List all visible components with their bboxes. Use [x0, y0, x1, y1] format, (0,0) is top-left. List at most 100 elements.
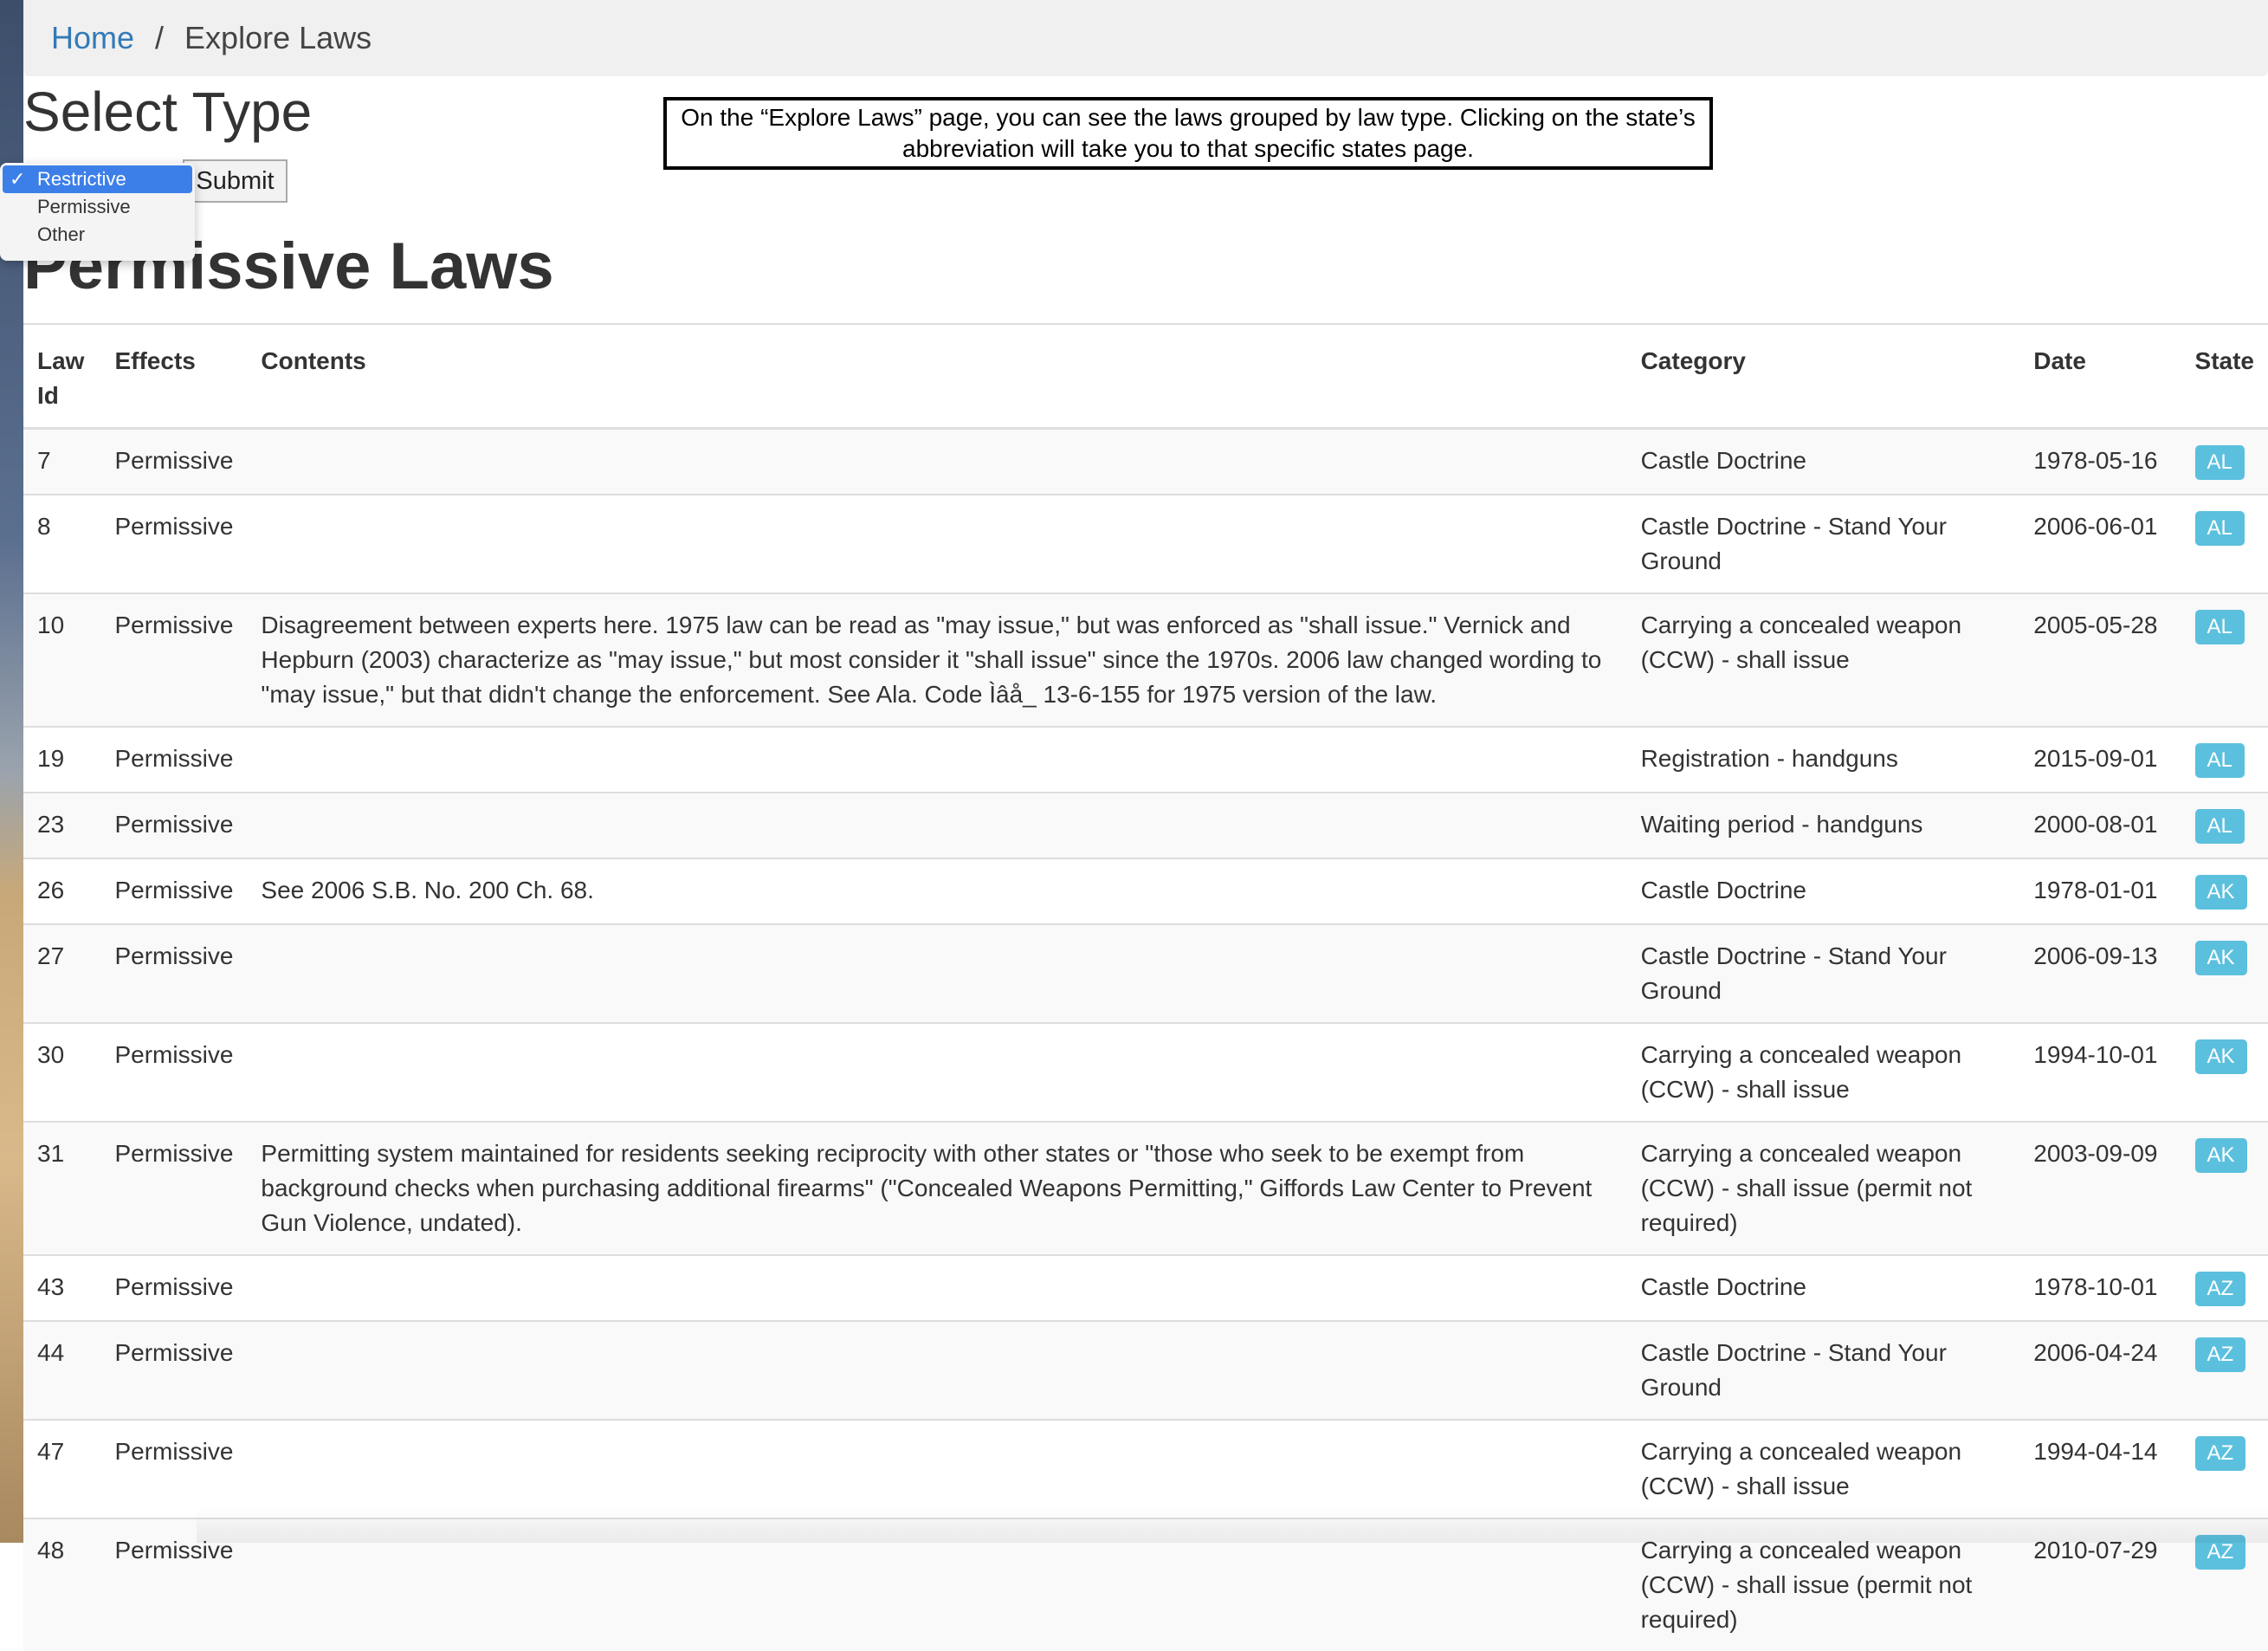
header-law-id-line2: Id: [37, 382, 59, 409]
state-badge-link[interactable]: AL: [2194, 809, 2245, 844]
header-date: Date: [2019, 323, 2181, 430]
category-cell: Carrying a concealed weapon (CCW) - shal…: [1626, 592, 2020, 727]
state-cell: AK: [2181, 858, 2268, 924]
contents-cell: Permitting system maintained for residen…: [247, 1121, 1627, 1255]
contents-cell: [247, 792, 1627, 858]
effects-cell: Permissive: [100, 1022, 248, 1122]
category-cell: Castle Doctrine - Stand Your Ground: [1626, 923, 2020, 1023]
date-cell: 1994-10-01: [2019, 1022, 2181, 1122]
table-row: 47 Permissive Carrying a concealed weapon …: [23, 1419, 2268, 1518]
law-id-cell: 30: [23, 1022, 101, 1122]
date-cell: 2010-07-29: [2019, 1518, 2181, 1651]
contents-cell: [247, 1320, 1627, 1420]
state-badge-link[interactable]: AK: [2194, 875, 2247, 910]
law-id-cell: 48: [23, 1518, 101, 1651]
effects-cell: Permissive: [100, 1419, 248, 1518]
dropdown-option-restrictive[interactable]: ✓ Restrictive: [3, 165, 192, 193]
state-badge-link[interactable]: AZ: [2194, 1436, 2246, 1471]
date-cell: 2006-04-24: [2019, 1320, 2181, 1420]
state-badge-link[interactable]: AZ: [2194, 1272, 2246, 1306]
table-row: 26 Permissive See 2006 S.B. No. 200 Ch. 68…: [23, 858, 2268, 924]
dropdown-option-other[interactable]: Other: [0, 221, 195, 249]
select-type-heading: Select Type: [23, 81, 313, 143]
law-id-cell: 7: [23, 427, 101, 495]
table-row: 23 Permissive Waiting period - handguns 200…: [23, 792, 2268, 858]
table-row: 44 Permissive Castle Doctrine - Stand Your…: [23, 1320, 2268, 1420]
annotation-line-1: On the “Explore Laws” page, you can see …: [681, 104, 1696, 131]
date-cell: 2000-08-01: [2019, 792, 2181, 858]
table-row: 7 Permissive Castle Doctrine 1978-05-16 AL: [23, 427, 2268, 495]
contents-cell: Disagreement between experts here. 1975 …: [247, 592, 1627, 727]
state-badge-link[interactable]: AZ: [2194, 1337, 2246, 1372]
effects-cell: Permissive: [100, 792, 248, 858]
contents-cell: [247, 1254, 1627, 1321]
contents-cell: [247, 1419, 1627, 1518]
category-cell: Carrying a concealed weapon (CCW) - shal…: [1626, 1121, 2020, 1255]
state-badge-link[interactable]: AK: [2194, 1039, 2247, 1074]
submit-button[interactable]: Submit: [183, 159, 288, 203]
category-cell: Castle Doctrine - Stand Your Ground: [1626, 494, 2020, 593]
law-id-cell: 10: [23, 592, 101, 727]
state-cell: AK: [2181, 1022, 2268, 1122]
category-cell: Carrying a concealed weapon (CCW) - shal…: [1626, 1419, 2020, 1518]
state-cell: AK: [2181, 923, 2268, 1023]
category-cell: Castle Doctrine - Stand Your Ground: [1626, 1320, 2020, 1420]
law-id-cell: 8: [23, 494, 101, 593]
header-contents: Contents: [247, 323, 1627, 430]
category-cell: Carrying a concealed weapon (CCW) - shal…: [1626, 1518, 2020, 1651]
state-badge-link[interactable]: AK: [2194, 1138, 2247, 1173]
breadcrumb-current: Explore Laws: [184, 20, 372, 55]
law-type-dropdown[interactable]: ✓ Restrictive Permissive Other: [0, 163, 195, 261]
date-cell: 1994-04-14: [2019, 1419, 2181, 1518]
state-badge-link[interactable]: AZ: [2194, 1535, 2246, 1570]
state-cell: AL: [2181, 427, 2268, 495]
breadcrumb-separator: /: [155, 20, 165, 55]
state-badge-link[interactable]: AL: [2194, 445, 2245, 480]
effects-cell: Permissive: [100, 427, 248, 495]
dropdown-option-permissive[interactable]: Permissive: [0, 193, 195, 221]
date-cell: 2006-06-01: [2019, 494, 2181, 593]
category-cell: Castle Doctrine: [1626, 427, 2020, 495]
table-header-row: Law Id Effects Contents Category Date St…: [23, 323, 2268, 430]
state-badge-link[interactable]: AL: [2194, 511, 2245, 546]
state-cell: AL: [2181, 494, 2268, 593]
law-id-cell: 43: [23, 1254, 101, 1321]
effects-cell: Permissive: [100, 858, 248, 924]
header-law-id: Law Id: [23, 323, 101, 430]
law-id-cell: 26: [23, 858, 101, 924]
state-cell: AL: [2181, 726, 2268, 793]
law-id-cell: 44: [23, 1320, 101, 1420]
law-id-cell: 31: [23, 1121, 101, 1255]
effects-cell: Permissive: [100, 592, 248, 727]
breadcrumb-home-link[interactable]: Home: [51, 20, 134, 56]
state-cell: AZ: [2181, 1518, 2268, 1651]
state-badge-link[interactable]: AK: [2194, 941, 2247, 975]
state-cell: AZ: [2181, 1254, 2268, 1321]
state-badge-link[interactable]: AL: [2194, 743, 2245, 778]
header-effects: Effects: [100, 323, 248, 430]
law-id-cell: 19: [23, 726, 101, 793]
effects-cell: Permissive: [100, 923, 248, 1023]
explore-laws-page: Home / Explore Laws Select Type On the “…: [0, 0, 2268, 1651]
table-row: 31 Permissive Permitting system maintained…: [23, 1121, 2268, 1255]
checkmark-icon: ✓: [10, 168, 26, 190]
breadcrumb: Home / Explore Laws: [23, 0, 2268, 76]
category-cell: Castle Doctrine: [1626, 858, 2020, 924]
effects-cell: Permissive: [100, 1320, 248, 1420]
date-cell: 1978-01-01: [2019, 858, 2181, 924]
date-cell: 1978-05-16: [2019, 427, 2181, 495]
state-cell: AZ: [2181, 1419, 2268, 1518]
contents-cell: [247, 427, 1627, 495]
table-row: 8 Permissive Castle Doctrine - Stand Your …: [23, 494, 2268, 593]
header-state: State: [2181, 323, 2268, 430]
category-cell: Registration - handguns: [1626, 726, 2020, 793]
category-cell: Carrying a concealed weapon (CCW) - shal…: [1626, 1022, 2020, 1122]
state-badge-link[interactable]: AL: [2194, 610, 2245, 644]
state-cell: AL: [2181, 592, 2268, 727]
annotation-line-2: abbreviation will take you to that speci…: [902, 135, 1474, 162]
table-row: 19 Permissive Registration - handguns 2015-…: [23, 726, 2268, 793]
table-row: 48 Permissive Carrying a concealed weapon …: [23, 1518, 2268, 1651]
date-cell: 2005-05-28: [2019, 592, 2181, 727]
table-row: 43 Permissive Castle Doctrine 1978-10-01 AZ: [23, 1254, 2268, 1321]
table-row: 30 Permissive Carrying a concealed weapon …: [23, 1022, 2268, 1122]
